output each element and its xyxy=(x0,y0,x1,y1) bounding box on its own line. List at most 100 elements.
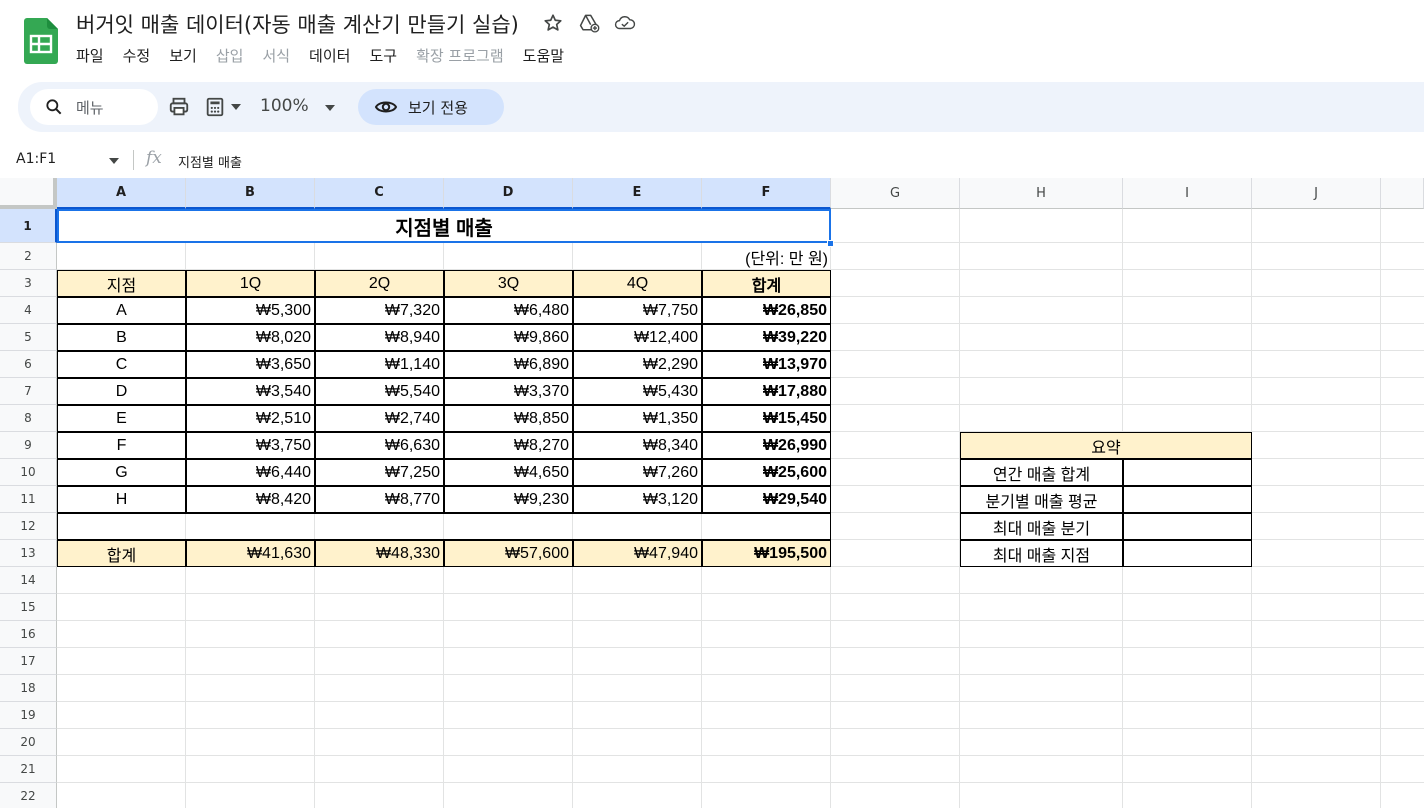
branch-name-cell[interactable]: F xyxy=(57,432,186,459)
row-header-5[interactable]: 5 xyxy=(0,324,57,351)
table-header-cell[interactable]: 3Q xyxy=(444,270,573,297)
quarter-sales-cell[interactable]: ₩6,890 xyxy=(444,351,573,378)
column-header-partial[interactable] xyxy=(1381,178,1424,209)
quarter-sales-cell[interactable]: ₩3,120 xyxy=(573,486,702,513)
quarter-sales-cell[interactable]: ₩7,260 xyxy=(573,459,702,486)
summary-value-cell[interactable] xyxy=(1123,540,1252,567)
row-header-6[interactable]: 6 xyxy=(0,351,57,378)
table-header-cell[interactable]: 합계 xyxy=(702,270,831,297)
branch-name-cell[interactable]: E xyxy=(57,405,186,432)
row-header-19[interactable]: 19 xyxy=(0,702,57,729)
zoom-select[interactable]: 100% xyxy=(260,96,309,116)
column-header-c[interactable]: C xyxy=(315,178,444,209)
row-header-11[interactable]: 11 xyxy=(0,486,57,513)
sheet-title-cell[interactable]: 지점별 매출 xyxy=(57,209,831,243)
table-header-cell[interactable]: 2Q xyxy=(315,270,444,297)
print-icon[interactable] xyxy=(168,96,190,118)
select-all-corner[interactable] xyxy=(0,178,57,209)
quarter-sales-cell[interactable]: ₩8,940 xyxy=(315,324,444,351)
branch-total-cell[interactable]: ₩13,970 xyxy=(702,351,831,378)
row-header-21[interactable]: 21 xyxy=(0,756,57,783)
row-header-3[interactable]: 3 xyxy=(0,270,57,297)
document-title[interactable]: 버거잇 매출 데이터(자동 매출 계산기 만들기 실습) xyxy=(76,9,519,39)
row-header-10[interactable]: 10 xyxy=(0,459,57,486)
branch-name-cell[interactable]: B xyxy=(57,324,186,351)
quarter-sales-cell[interactable]: ₩5,430 xyxy=(573,378,702,405)
quarter-sales-cell[interactable]: ₩3,750 xyxy=(186,432,315,459)
zoom-dropdown-icon[interactable] xyxy=(324,104,336,112)
quarter-total-cell[interactable]: ₩57,600 xyxy=(444,540,573,567)
row-header-2[interactable]: 2 xyxy=(0,243,57,270)
summary-title-cell[interactable]: 요약 xyxy=(960,432,1252,459)
branch-total-cell[interactable]: ₩17,880 xyxy=(702,378,831,405)
branch-total-cell[interactable]: ₩26,990 xyxy=(702,432,831,459)
row-header-4[interactable]: 4 xyxy=(0,297,57,324)
quarter-sales-cell[interactable]: ₩2,740 xyxy=(315,405,444,432)
quarter-sales-cell[interactable]: ₩12,400 xyxy=(573,324,702,351)
quarter-sales-cell[interactable]: ₩3,370 xyxy=(444,378,573,405)
column-header-d[interactable]: D xyxy=(444,178,573,209)
row-header-15[interactable]: 15 xyxy=(0,594,57,621)
table-header-cell[interactable]: 4Q xyxy=(573,270,702,297)
table-header-cell[interactable]: 지점 xyxy=(57,270,186,297)
menu-search-box[interactable]: 메뉴 xyxy=(30,89,158,125)
quarter-sales-cell[interactable]: ₩4,650 xyxy=(444,459,573,486)
quarter-total-cell[interactable]: ₩48,330 xyxy=(315,540,444,567)
quarter-sales-cell[interactable]: ₩6,480 xyxy=(444,297,573,324)
quarter-sales-cell[interactable]: ₩1,350 xyxy=(573,405,702,432)
quarter-total-cell[interactable]: ₩47,940 xyxy=(573,540,702,567)
quarter-sales-cell[interactable]: ₩8,020 xyxy=(186,324,315,351)
menu-item[interactable]: 데이터 xyxy=(309,45,360,66)
quarter-sales-cell[interactable]: ₩8,850 xyxy=(444,405,573,432)
menu-item[interactable]: 서식 xyxy=(262,45,300,66)
calculator-icon[interactable] xyxy=(204,96,226,118)
quarter-sales-cell[interactable]: ₩3,650 xyxy=(186,351,315,378)
branch-name-cell[interactable]: H xyxy=(57,486,186,513)
unit-note-cell[interactable]: (단위: 만 원) xyxy=(57,243,831,270)
name-box[interactable]: A1:F1 xyxy=(16,151,56,167)
branch-total-cell[interactable]: ₩39,220 xyxy=(702,324,831,351)
row-header-14[interactable]: 14 xyxy=(0,567,57,594)
quarter-sales-cell[interactable]: ₩8,270 xyxy=(444,432,573,459)
quarter-sales-cell[interactable]: ₩7,320 xyxy=(315,297,444,324)
star-icon[interactable] xyxy=(542,12,564,34)
summary-label-cell[interactable]: 분기별 매출 평균 xyxy=(960,486,1123,513)
quarter-sales-cell[interactable]: ₩3,540 xyxy=(186,378,315,405)
column-header-b[interactable]: B xyxy=(186,178,315,209)
empty-separator-row[interactable] xyxy=(57,513,831,540)
totals-label-cell[interactable]: 합계 xyxy=(57,540,186,567)
quarter-sales-cell[interactable]: ₩9,860 xyxy=(444,324,573,351)
quarter-sales-cell[interactable]: ₩6,630 xyxy=(315,432,444,459)
quarter-sales-cell[interactable]: ₩1,140 xyxy=(315,351,444,378)
quarter-sales-cell[interactable]: ₩2,290 xyxy=(573,351,702,378)
column-header-e[interactable]: E xyxy=(573,178,702,209)
table-header-cell[interactable]: 1Q xyxy=(186,270,315,297)
quarter-sales-cell[interactable]: ₩6,440 xyxy=(186,459,315,486)
summary-label-cell[interactable]: 최대 매출 지점 xyxy=(960,540,1123,567)
quarter-total-cell[interactable]: ₩41,630 xyxy=(186,540,315,567)
quarter-sales-cell[interactable]: ₩2,510 xyxy=(186,405,315,432)
column-header-i[interactable]: I xyxy=(1123,178,1252,209)
row-header-22[interactable]: 22 xyxy=(0,783,57,808)
summary-label-cell[interactable]: 최대 매출 분기 xyxy=(960,513,1123,540)
menu-item[interactable]: 수정 xyxy=(123,45,161,66)
row-header-13[interactable]: 13 xyxy=(0,540,57,567)
quarter-sales-cell[interactable]: ₩9,230 xyxy=(444,486,573,513)
summary-value-cell[interactable] xyxy=(1123,513,1252,540)
row-header-18[interactable]: 18 xyxy=(0,675,57,702)
column-header-j[interactable]: J xyxy=(1252,178,1381,209)
spreadsheet-grid[interactable]: A B C D E F G H I J 1 2 3 4 5 6 7 8 9 10 11 12 13 14 15 16 17 18 19 2… xyxy=(0,178,1424,808)
branch-total-cell[interactable]: ₩26,850 xyxy=(702,297,831,324)
branch-total-cell[interactable]: ₩25,600 xyxy=(702,459,831,486)
menu-item[interactable]: 파일 xyxy=(76,45,114,66)
row-header-16[interactable]: 16 xyxy=(0,621,57,648)
summary-label-cell[interactable]: 연간 매출 합계 xyxy=(960,459,1123,486)
view-only-button[interactable]: 보기 전용 xyxy=(358,89,504,125)
branch-total-cell[interactable]: ₩15,450 xyxy=(702,405,831,432)
quarter-sales-cell[interactable]: ₩8,420 xyxy=(186,486,315,513)
quarter-sales-cell[interactable]: ₩5,540 xyxy=(315,378,444,405)
quarter-sales-cell[interactable]: ₩7,750 xyxy=(573,297,702,324)
menu-item[interactable]: 삽입 xyxy=(216,45,254,66)
move-to-drive-icon[interactable] xyxy=(578,12,600,34)
menu-item[interactable]: 확장 프로그램 xyxy=(416,45,514,66)
